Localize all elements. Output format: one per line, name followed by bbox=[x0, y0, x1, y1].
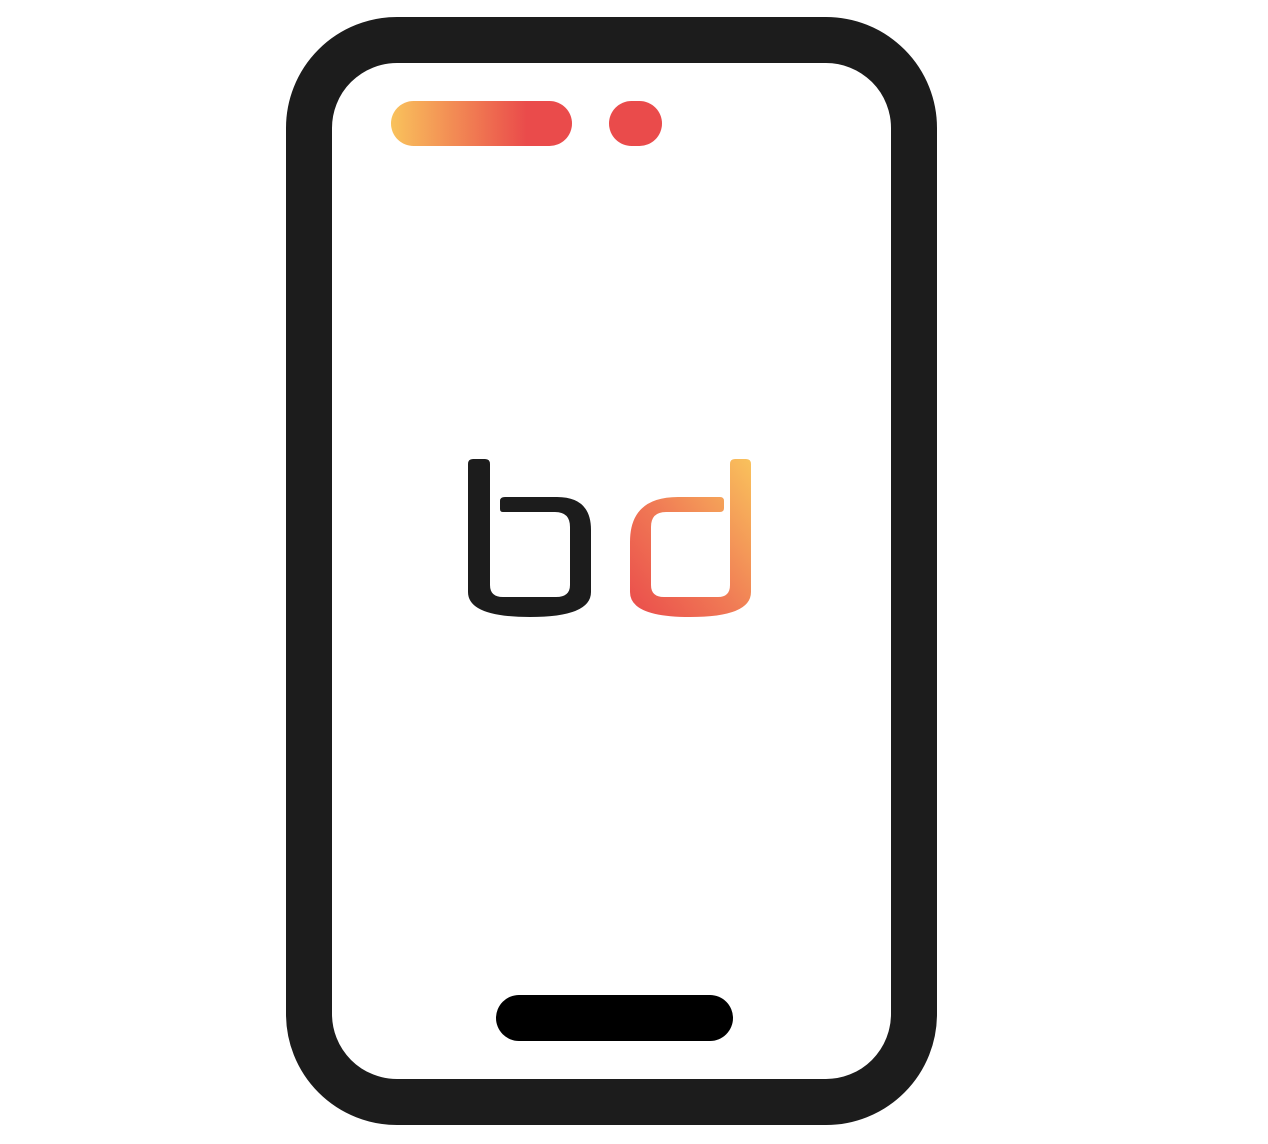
speaker-slot-icon bbox=[391, 101, 572, 146]
smartphone-illustration bbox=[286, 17, 937, 1125]
home-indicator-icon bbox=[496, 995, 733, 1041]
front-camera-icon bbox=[609, 101, 662, 146]
phone-frame bbox=[286, 17, 937, 1125]
